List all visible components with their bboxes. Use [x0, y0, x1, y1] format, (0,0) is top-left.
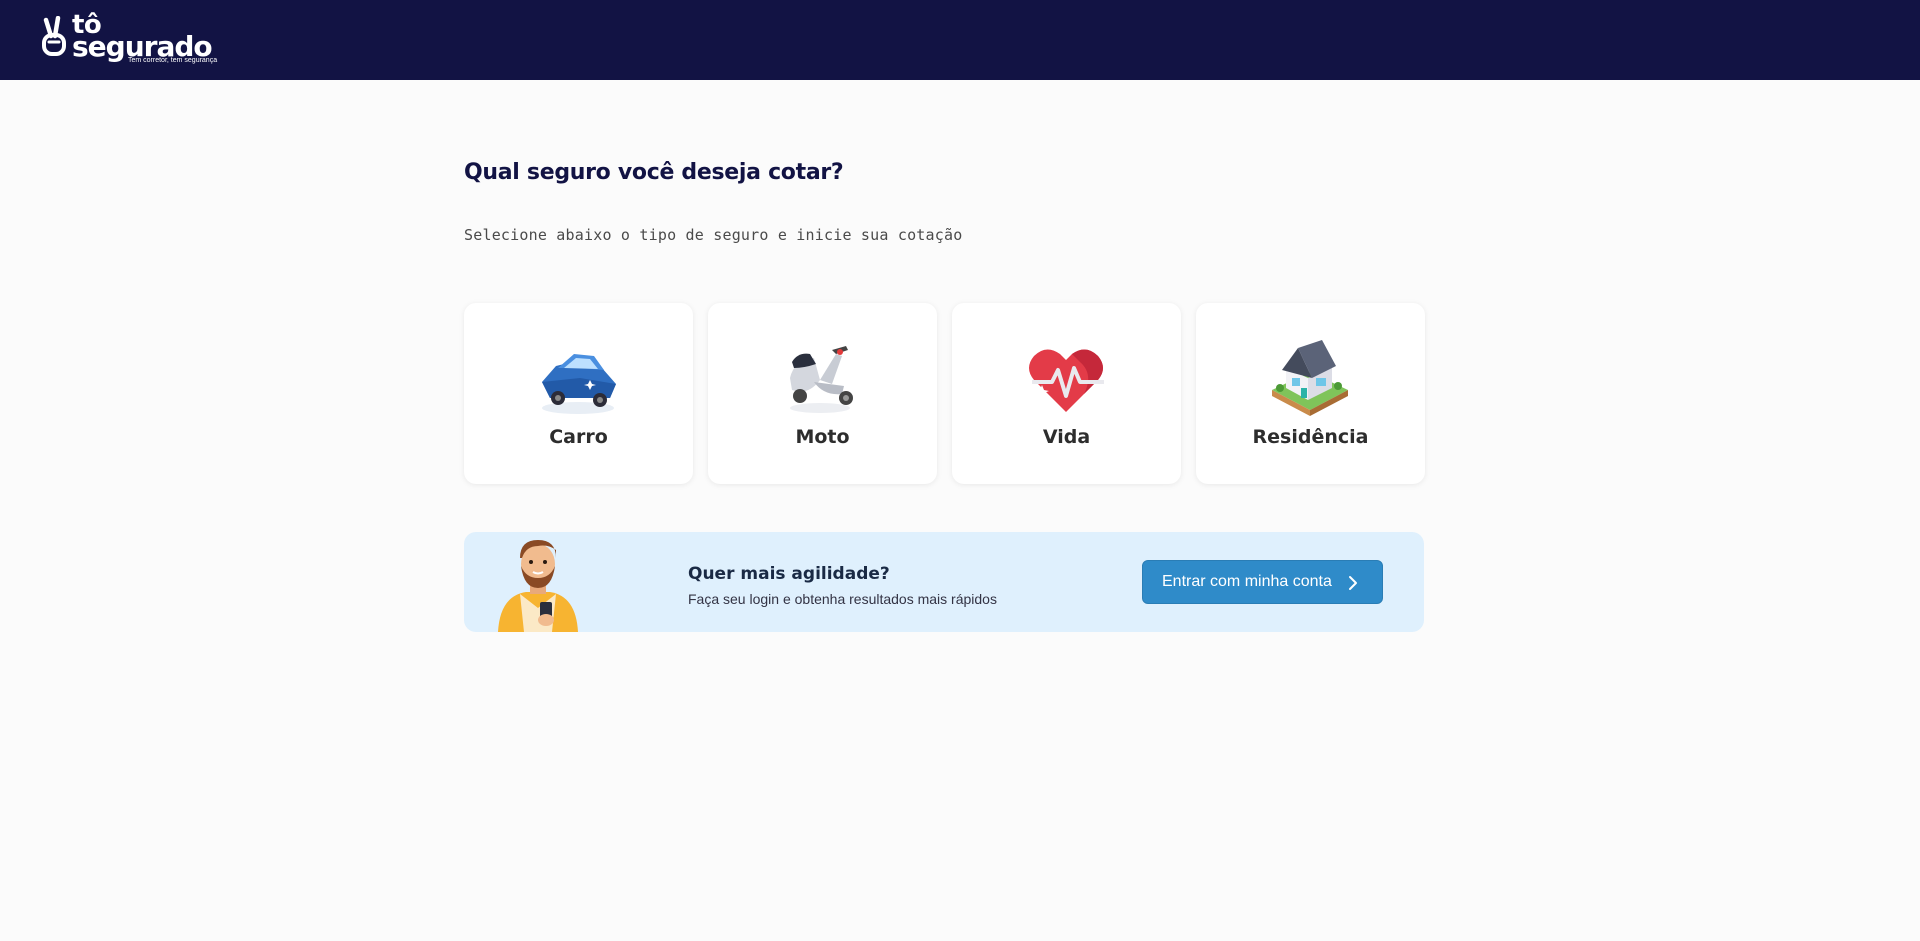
card-label: Moto	[795, 426, 850, 448]
card-carro[interactable]: Carro	[464, 303, 693, 484]
banner-title: Quer mais agilidade?	[688, 564, 890, 584]
top-bar: tô segurado Tem corretor, tem segurança	[0, 0, 1920, 80]
card-residencia[interactable]: Residência	[1196, 303, 1425, 484]
login-button[interactable]: Entrar com minha conta	[1142, 560, 1383, 604]
logo-tagline: Tem corretor, tem segurança	[128, 57, 218, 64]
heart-icon	[1029, 349, 1104, 412]
banner-description: Faça seu login e obtenha resultados mais…	[688, 591, 997, 607]
car-icon	[542, 354, 616, 414]
logo[interactable]: tô segurado Tem corretor, tem segurança	[40, 10, 230, 70]
scooter-icon	[790, 346, 853, 413]
house-icon	[1272, 340, 1348, 416]
card-moto[interactable]: Moto	[708, 303, 937, 484]
card-vida[interactable]: Vida	[952, 303, 1181, 484]
login-button-label: Entrar com minha conta	[1162, 573, 1332, 590]
page-subtitle: Selecione abaixo o tipo de seguro e inic…	[464, 226, 963, 244]
person-with-phone-illustration	[498, 540, 578, 632]
login-banner: Quer mais agilidade? Faça seu login e ob…	[464, 532, 1424, 632]
card-label: Residência	[1252, 426, 1369, 448]
peace-hand-icon	[42, 16, 66, 56]
chevron-right-icon	[1349, 576, 1357, 590]
insurance-type-cards: Carro Moto Vida Residência	[464, 303, 1425, 484]
card-label: Carro	[549, 426, 608, 448]
page-title: Qual seguro você deseja cotar?	[464, 160, 844, 185]
card-label: Vida	[1042, 426, 1091, 448]
